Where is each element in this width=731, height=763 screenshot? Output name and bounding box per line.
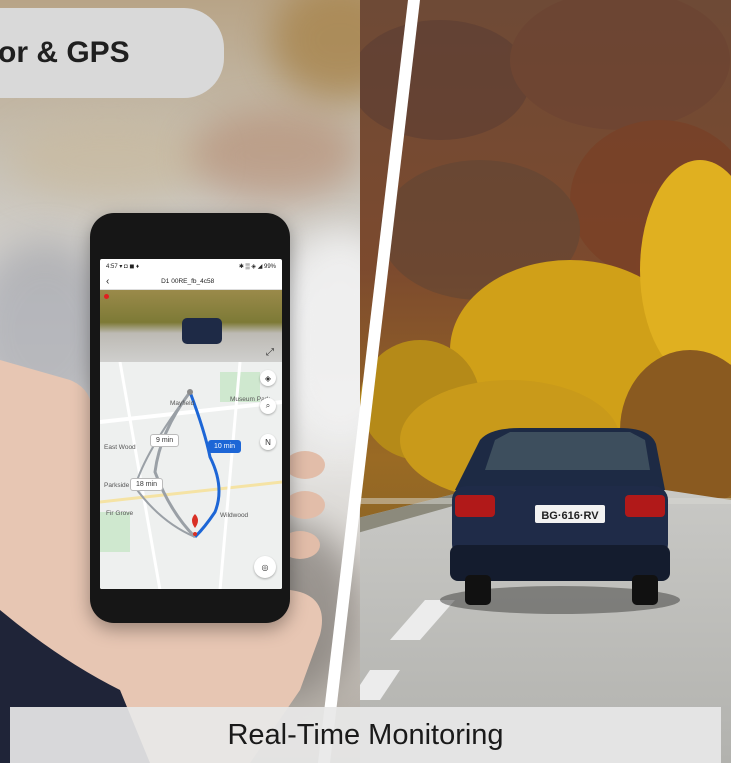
status-right: ✱ ▒ ◈ ◢ 99% <box>238 263 276 270</box>
caption-bar: Real-Time Monitoring <box>10 707 721 763</box>
caption-text: Real-Time Monitoring <box>227 718 504 751</box>
video-car <box>182 318 222 344</box>
road-scene: BG·616·RV <box>360 0 731 763</box>
app-nav-bar: ‹ D1 00RE_fb_4c58 <box>100 273 282 290</box>
map-label-fir: Fir Grove <box>106 510 134 517</box>
gps-map[interactable]: Mayfield Museum Park East Wood Parkside … <box>100 362 282 589</box>
map-label-east: East Wood <box>104 444 136 451</box>
feature-label-text: or & GPS <box>0 36 130 69</box>
eta-main-route[interactable]: 10 min <box>208 440 242 453</box>
map-label-parkside: Parkside <box>104 482 130 489</box>
map-label-mayfield: Mayfield <box>170 400 195 407</box>
search-icon[interactable]: ⌕ <box>260 398 276 414</box>
layers-icon[interactable]: ◈ <box>260 370 276 386</box>
recording-dot <box>104 294 109 299</box>
fullscreen-icon[interactable]: ⤢ <box>266 347 274 358</box>
locate-icon[interactable]: ◎ <box>254 556 276 578</box>
product-image: BG·616·RV 4:57 ▾ ◘ ◼ ♦ ✱ ▒ ◈ ◢ 99% ‹ D1 … <box>0 0 731 763</box>
eta-alt2-route[interactable]: 18 min <box>130 478 164 491</box>
map-label-wildwood: Wildwood <box>220 512 249 519</box>
status-bar: 4:57 ▾ ◘ ◼ ♦ ✱ ▒ ◈ ◢ 99% <box>100 259 282 273</box>
compass-icon[interactable]: N <box>260 434 276 450</box>
car-rear: BG·616·RV <box>440 428 680 614</box>
road-photo: BG·616·RV <box>360 0 731 763</box>
license-plate: BG·616·RV <box>541 510 599 522</box>
eta-alt-route[interactable]: 9 min <box>150 434 180 447</box>
status-left: 4:57 ▾ ◘ ◼ ♦ <box>106 263 140 270</box>
feature-label: or & GPS <box>0 8 224 98</box>
video-preview[interactable]: ⤢ <box>100 290 282 362</box>
smartphone: 4:57 ▾ ◘ ◼ ♦ ✱ ▒ ◈ ◢ 99% ‹ D1 00RE_fb_4c… <box>90 213 290 623</box>
video-title: D1 00RE_fb_4c58 <box>161 277 215 285</box>
app-screen: 4:57 ▾ ◘ ◼ ♦ ✱ ▒ ◈ ◢ 99% ‹ D1 00RE_fb_4c… <box>100 259 282 589</box>
